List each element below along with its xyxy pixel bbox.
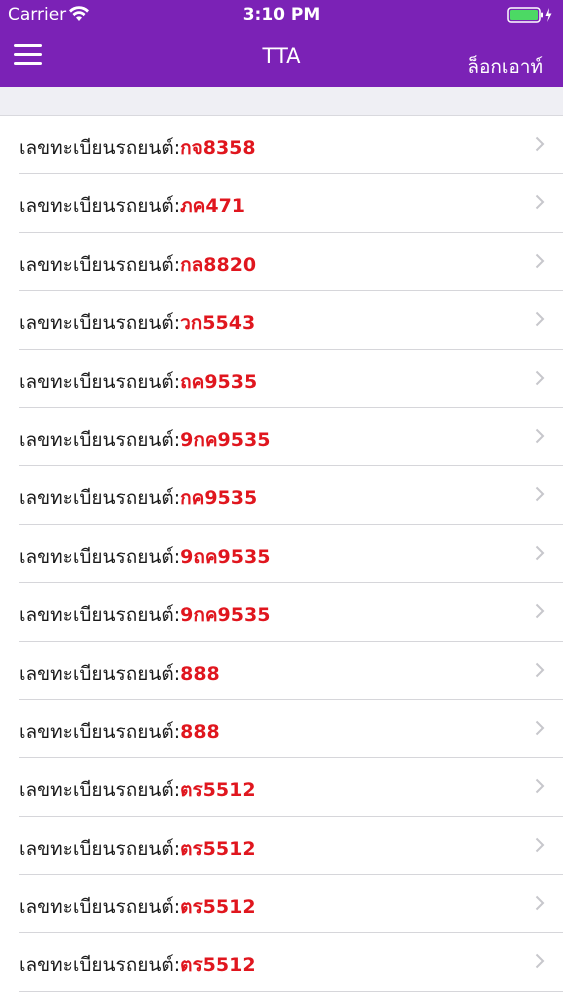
row-text: เลขทะเบียนรถยนต์:9กค9535: [19, 425, 270, 455]
status-time: 3:10 PM: [242, 5, 321, 25]
chevron-right-icon: [535, 779, 545, 794]
list-item[interactable]: เลขทะเบียนรถยนต์:888: [19, 642, 563, 700]
plate-label: เลขทะเบียนรถยนต์:: [19, 896, 181, 919]
plate-number: กจ8358: [180, 137, 256, 159]
navigation-bar: TTA ล็อกเอาท์: [0, 30, 563, 87]
list-item[interactable]: เลขทะเบียนรถยนต์:ตร5512: [19, 758, 563, 817]
list-item[interactable]: เลขทะเบียนรถยนต์:9กค9535: [19, 408, 563, 467]
chevron-right-icon: [535, 837, 545, 852]
plate-number: 888: [180, 720, 220, 743]
plate-number: ตร5512: [180, 837, 256, 860]
row-text: เลขทะเบียนรถยนต์:ภค471: [19, 191, 245, 221]
chevron-right-icon: [535, 487, 545, 502]
plate-label: เลขทะเบียนรถยนต์:: [19, 137, 181, 159]
chevron-right-icon: [535, 428, 545, 444]
chevron-right-icon: [535, 195, 545, 210]
plate-number: ภค471: [180, 195, 246, 218]
list-item[interactable]: เลขทะเบียนรถยนต์:วก5543: [19, 291, 563, 350]
top-bar: Carrier 3:10 PM TTA ล็อกเอาท์: [0, 0, 563, 87]
plate-label: เลขทะเบียนรถยนต์:: [19, 428, 181, 451]
plate-number: กล8820: [180, 253, 257, 276]
plate-label: เลขทะเบียนรถยนต์:: [19, 487, 181, 510]
plate-label: เลขทะเบียนรถยนต์:: [19, 312, 181, 335]
row-text: เลขทะเบียนรถยนต์:วก5543: [19, 308, 255, 338]
plate-number: 888: [180, 662, 220, 685]
chevron-right-icon: [535, 662, 545, 677]
plate-label: เลขทะเบียนรถยนต์:: [19, 720, 181, 743]
list-item[interactable]: เลขทะเบียนรถยนต์:ตร5512: [19, 875, 563, 934]
list-item[interactable]: เลขทะเบียนรถยนต์:ภค471: [19, 174, 563, 233]
plate-number: ตร5512: [180, 779, 256, 802]
plate-label: เลขทะเบียนรถยนต์:: [19, 662, 181, 685]
chevron-right-icon: [535, 370, 545, 385]
plate-number: 9กค9535: [180, 604, 271, 627]
section-header-spacer: [0, 87, 563, 116]
row-text: เลขทะเบียนรถยนต์:9ถค9535: [19, 542, 270, 572]
plate-label: เลขทะเบียนรถยนต์:: [19, 779, 181, 802]
chevron-right-icon: [535, 253, 545, 268]
row-text: เลขทะเบียนรถยนต์:888: [19, 659, 220, 689]
row-text: เลขทะเบียนรถยนต์:กล8820: [19, 250, 256, 280]
plate-label: เลขทะเบียนรถยนต์:: [19, 545, 181, 568]
list-item[interactable]: เลขทะเบียนรถยนต์:กล8820: [19, 233, 563, 292]
status-bar: Carrier 3:10 PM: [0, 0, 563, 30]
list-item[interactable]: เลขทะเบียนรถยนต์:9ถค9535: [19, 525, 563, 584]
list-item[interactable]: เลขทะเบียนรถยนต์:888: [19, 700, 563, 759]
plate-number: ตร5512: [180, 954, 256, 977]
row-text: เลขทะเบียนรถยนต์:ถค9535: [19, 367, 257, 397]
chevron-right-icon: [535, 954, 545, 969]
plate-number: 9กค9535: [180, 428, 271, 451]
plate-number: ถค9535: [180, 370, 258, 393]
row-text: เลขทะเบียนรถยนต์:ตร5512: [19, 834, 256, 864]
license-plate-list: เลขทะเบียนรถยนต์:กจ8358 เลขทะเบียนรถยนต์…: [0, 116, 563, 1000]
list-item[interactable]: เลขทะเบียนรถยนต์:กจ8358: [19, 116, 563, 175]
list-item[interactable]: เลขทะเบียนรถยนต์:ตร5512: [19, 933, 563, 992]
plate-number: ตร5512: [180, 896, 256, 919]
chevron-right-icon: [535, 720, 545, 736]
plate-label: เลขทะเบียนรถยนต์:: [19, 253, 181, 276]
plate-label: เลขทะเบียนรถยนต์:: [19, 954, 181, 977]
plate-label: เลขทะเบียนรถยนต์:: [19, 604, 181, 627]
chevron-right-icon: [535, 603, 545, 619]
chevron-right-icon: [535, 136, 545, 152]
plate-number: วก5543: [180, 312, 256, 335]
chevron-right-icon: [535, 895, 545, 911]
plate-number: กค9535: [180, 487, 258, 510]
chevron-right-icon: [535, 545, 545, 560]
row-text: เลขทะเบียนรถยนต์:กจ8358: [19, 133, 256, 163]
plate-number: 9ถค9535: [180, 545, 271, 568]
row-text: เลขทะเบียนรถยนต์:ตร5512: [19, 892, 256, 922]
row-text: เลขทะเบียนรถยนต์:ตร5512: [19, 775, 256, 805]
list-item[interactable]: เลขทะเบียนรถยนต์:9กค9535: [19, 583, 563, 642]
list-item[interactable]: เลขทะเบียนรถยนต์:ถค9535: [19, 350, 563, 408]
logout-button[interactable]: ล็อกเอาท์: [467, 52, 543, 82]
plate-label: เลขทะเบียนรถยนต์:: [19, 195, 181, 218]
row-text: เลขทะเบียนรถยนต์:9กค9535: [19, 600, 270, 630]
row-text: เลขทะเบียนรถยนต์:กค9535: [19, 483, 257, 513]
row-text: เลขทะเบียนรถยนต์:888: [19, 717, 220, 747]
battery-icon: [507, 7, 552, 23]
plate-label: เลขทะเบียนรถยนต์:: [19, 837, 181, 860]
row-text: เลขทะเบียนรถยนต์:ตร5512: [19, 950, 256, 980]
plate-label: เลขทะเบียนรถยนต์:: [19, 370, 181, 393]
list-item[interactable]: เลขทะเบียนรถยนต์:กค9535: [19, 466, 563, 525]
chevron-right-icon: [535, 311, 545, 327]
list-item[interactable]: เลขทะเบียนรถยนต์:ตร5512: [19, 817, 563, 876]
